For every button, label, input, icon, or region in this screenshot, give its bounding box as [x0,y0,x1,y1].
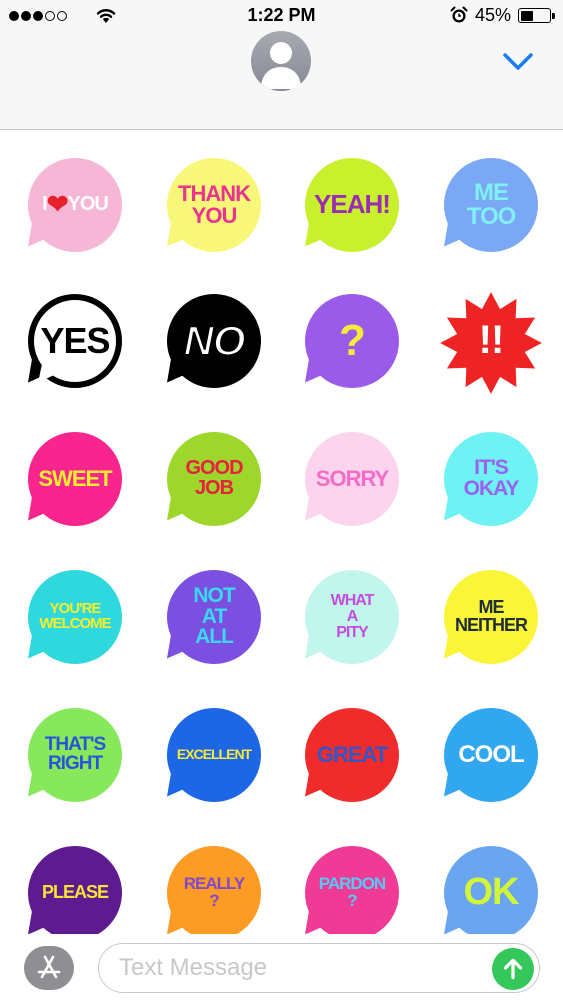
sticker-label: NO [183,317,247,365]
sticker-label: PARDON ? [318,874,386,910]
app-store-button[interactable] [24,946,74,990]
sticker-item[interactable]: EXCELLENT [155,704,269,814]
sticker-item[interactable]: YOU'RE WELCOME [16,566,130,676]
sticker-label: SORRY [315,466,389,492]
sticker-item[interactable]: ME TOO [432,154,546,264]
sticker-item[interactable]: PARDON ? [293,842,407,934]
text-message-input[interactable] [119,952,479,984]
sticker-label: THANK YOU [178,181,251,228]
sticker-label: OK [463,871,520,914]
sticker-item[interactable]: COOL [432,704,546,814]
sticker-label: THAT'S RIGHT [44,734,106,774]
sticker-label: GOOD JOB [185,457,243,499]
sticker-item[interactable]: THANK YOU [155,154,269,264]
sticker-item[interactable]: WHAT A PITY [293,566,407,676]
conversation-header: 1:22 PM 45% [0,0,563,130]
sticker-grid: I ❤ YOU THANK YOU YEAH! ME TOO YES NO?!! SWEET… [0,131,563,934]
battery-icon [518,8,555,23]
sticker-item[interactable]: OK [432,842,546,934]
sticker-item[interactable]: I ❤ YOU [16,154,130,264]
sticker-item[interactable]: SWEET [16,428,130,538]
sticker-label: YEAH! [314,189,391,220]
sticker-label: GREAT [316,742,388,768]
sticker-item[interactable]: YES [16,290,130,400]
contact-avatar[interactable] [251,31,311,91]
sticker-label: REALLY ? [183,874,245,910]
sticker-item[interactable]: PLEASE [16,842,130,934]
sticker-label: COOL [458,741,524,769]
sticker-label: EXCELLENT [176,746,252,763]
message-input-field[interactable] [98,943,540,993]
alarm-clock-icon [450,6,468,23]
person-silhouette-icon [261,42,301,89]
sticker-label: NOT AT ALL [193,584,235,649]
chevron-down-icon[interactable] [502,52,534,72]
sticker-label: SWEET [38,466,112,492]
sticker-item[interactable]: REALLY ? [155,842,269,934]
sticker-label: ME TOO [466,179,517,230]
sticker-item[interactable]: NOT AT ALL [155,566,269,676]
sticker-item[interactable]: IT'S OKAY [432,428,546,538]
sticker-label: PLEASE [41,882,109,903]
sticker-item[interactable]: GREAT [293,704,407,814]
sticker-label: ? [339,316,366,366]
sticker-label: !! [478,318,505,363]
sticker-label: WHAT A PITY [330,592,375,641]
status-bar: 1:22 PM 45% [0,0,563,32]
sticker-item[interactable]: YEAH! [293,154,407,264]
send-button[interactable] [492,948,534,990]
sticker-item[interactable]: NO [155,287,269,400]
sticker-label: YES [40,320,110,362]
sticker-label: YOU'RE WELCOME [39,600,111,632]
sticker-item[interactable]: GOOD JOB [155,428,269,538]
sticker-label: ME NEITHER [454,597,528,635]
battery-percentage: 45% [475,5,512,25]
sticker-item[interactable]: SORRY [293,428,407,538]
sticker-item[interactable]: !! [436,290,546,400]
app-store-icon [37,955,61,979]
sticker-item[interactable]: ? [293,290,407,400]
sticker-label: IT'S OKAY [463,456,520,500]
sticker-item[interactable]: ME NEITHER [432,566,546,676]
sticker-item[interactable]: THAT'S RIGHT [16,704,130,814]
arrow-up-icon [503,958,523,980]
sticker-label: I ❤ YOU [42,189,109,220]
